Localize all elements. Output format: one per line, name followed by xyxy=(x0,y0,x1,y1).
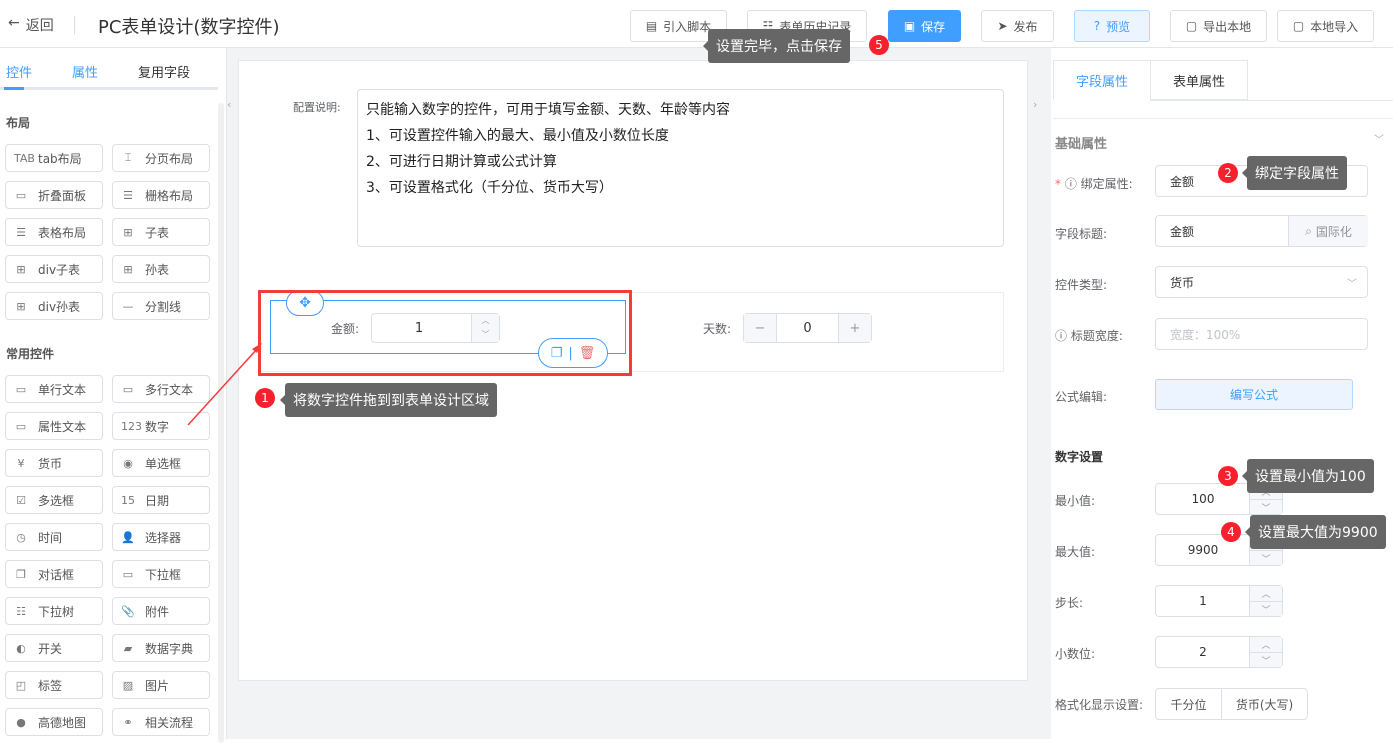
title-input[interactable]: 金额 ⌕ 国际化 xyxy=(1155,215,1368,247)
type-label: 控件类型: xyxy=(1055,278,1108,292)
title-label: 字段标题: xyxy=(1055,227,1108,241)
chevron-down-icon: ﹀ xyxy=(1347,278,1357,290)
annotation-badge-4: 4 xyxy=(1221,522,1241,542)
chevron-down-icon[interactable]: ﹀ xyxy=(1250,499,1282,514)
type-value: 货币 xyxy=(1170,275,1195,290)
max-label: 最大值: xyxy=(1055,545,1096,559)
annotation-tooltip-5: 设置完毕，点击保存 xyxy=(703,29,850,63)
decimal-label: 小数位: xyxy=(1055,647,1096,661)
decimal-value: 2 xyxy=(1199,645,1207,659)
chevron-up-icon[interactable]: ︿ xyxy=(1250,637,1282,652)
format-currency-upper[interactable]: 货币(大写) xyxy=(1222,689,1307,719)
help-icon: ⓘ xyxy=(1064,177,1077,191)
width-label: ⓘ 标题宽度: xyxy=(1055,327,1123,344)
format-thousands[interactable]: 千分位 xyxy=(1156,689,1222,719)
width-label-text: 标题宽度: xyxy=(1070,329,1123,343)
chevron-down-icon[interactable]: ﹀ xyxy=(1250,601,1282,616)
decimal-input[interactable]: 2 ︿ ﹀ xyxy=(1155,636,1283,668)
chevron-down-icon[interactable]: ﹀ xyxy=(1250,652,1282,667)
bind-label-text: 绑定属性: xyxy=(1080,177,1133,191)
help-icon: ⓘ xyxy=(1055,329,1068,343)
basic-section-title: 基础属性 xyxy=(1055,137,1108,152)
chevron-up-icon[interactable]: ︿ xyxy=(1250,586,1282,601)
annotation-badge-3: 3 xyxy=(1218,466,1238,486)
annotation-badge-5: 5 xyxy=(869,35,889,55)
step-label: 步长: xyxy=(1055,596,1084,610)
bind-label: * ⓘ 绑定属性: xyxy=(1055,175,1133,192)
chevron-down-icon[interactable]: ﹀ xyxy=(1374,131,1384,146)
formula-label: 公式编辑: xyxy=(1055,390,1108,404)
annotation-tooltip-3: 设置最小值为100 xyxy=(1242,459,1374,493)
type-select[interactable]: 货币 ﹀ xyxy=(1155,266,1368,298)
min-label: 最小值: xyxy=(1055,494,1096,508)
format-options: 千分位 货币(大写) xyxy=(1155,688,1308,720)
title-value: 金额 xyxy=(1170,224,1195,239)
annotation-tooltip-2: 绑定字段属性 xyxy=(1242,156,1347,190)
format-label: 格式化显示设置: xyxy=(1055,698,1144,712)
panel-edge xyxy=(1043,48,1051,739)
chevron-down-icon[interactable]: ﹀ xyxy=(1250,550,1282,565)
edit-formula-button[interactable]: 编写公式 xyxy=(1155,379,1353,410)
step-spinner[interactable]: ︿ ﹀ xyxy=(1249,586,1282,616)
step-value: 1 xyxy=(1199,594,1207,608)
required-mark: * xyxy=(1055,177,1061,191)
i18n-button[interactable]: ⌕ 国际化 xyxy=(1288,216,1368,246)
bind-value: 金额 xyxy=(1170,174,1195,189)
step-input[interactable]: 1 ︿ ﹀ xyxy=(1155,585,1283,617)
tab-field-properties[interactable]: 字段属性 xyxy=(1053,60,1151,101)
annotation-badge-1: 1 xyxy=(255,388,275,408)
annotation-tooltip-4: 设置最大值为9900 xyxy=(1245,515,1386,549)
i18n-label: 国际化 xyxy=(1315,224,1352,239)
width-placeholder: 宽度：100% xyxy=(1170,327,1241,342)
annotation-badge-2: 2 xyxy=(1218,163,1238,183)
search-icon: ⌕ xyxy=(1305,223,1312,238)
number-section-title: 数字设置 xyxy=(1055,450,1104,464)
width-input[interactable]: 宽度：100% xyxy=(1155,318,1368,350)
min-value: 100 xyxy=(1191,492,1215,506)
tab-form-properties[interactable]: 表单属性 xyxy=(1151,60,1248,100)
decimal-spinner[interactable]: ︿ ﹀ xyxy=(1249,637,1282,667)
annotation-tooltip-1: 将数字控件拖到到表单设计区域 xyxy=(280,383,497,417)
divider xyxy=(1053,118,1393,119)
